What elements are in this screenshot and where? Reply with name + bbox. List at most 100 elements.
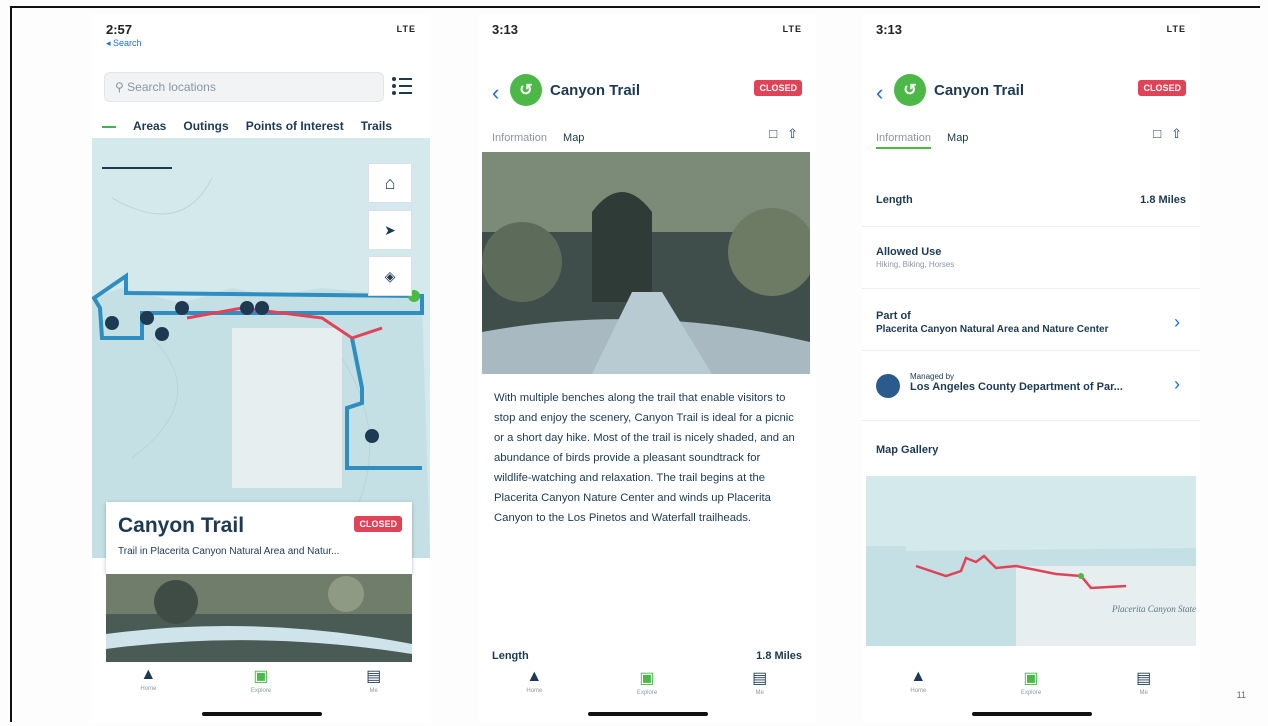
status-bar: 3:13 LTE (876, 22, 1186, 40)
chevron-right-icon: › (1174, 312, 1180, 332)
home-indicator (972, 712, 1092, 716)
tab-outings[interactable]: Outings (183, 119, 228, 133)
trail-preview-card[interactable]: Canyon Trail Trail in Placerita Canyon N… (106, 502, 412, 574)
length-row: Length 1.8 Miles (876, 194, 1186, 206)
length-label: Length (876, 194, 913, 206)
tab-trails[interactable]: Trails (361, 119, 392, 133)
tab-information[interactable]: Information (492, 132, 547, 144)
divider (862, 226, 1200, 227)
share-icon[interactable]: ⇧ (787, 126, 798, 142)
layers-icon: ◈ (384, 267, 396, 284)
tab-home[interactable]: ▲ Home (888, 668, 948, 694)
gallery-map-canvas: Placerita Canyon State Park (866, 476, 1200, 646)
locate-me-button[interactable]: ➤ (368, 210, 412, 250)
screen-trail-details: 3:13 LTE ‹ ↺ Canyon Trail CLOSED Informa… (478, 14, 816, 722)
tab-explore[interactable]: ▣ Explore (231, 666, 291, 694)
home-indicator (588, 712, 708, 716)
nav-header: ‹ ↺ Canyon Trail CLOSED (492, 74, 802, 108)
closed-badge: CLOSED (354, 516, 402, 532)
nav-header: ‹ ↺ Canyon Trail CLOSED (876, 74, 1186, 108)
tent-icon: ▲ (910, 668, 927, 685)
map-pin-icon: ▣ (253, 668, 269, 685)
managed-by-label: Managed by (910, 372, 955, 381)
map-layers-button[interactable]: ◈ (368, 256, 412, 296)
length-label: Length (492, 650, 529, 662)
map-pin-icon: ▣ (1023, 670, 1039, 687)
map-place-label: Placerita Canyon State Park (1111, 604, 1196, 614)
tent-icon: ▲ (140, 666, 157, 683)
trail-card-subtitle: Trail in Placerita Canyon Natural Area a… (118, 546, 340, 557)
bookmark-icon[interactable]: □ (1153, 126, 1161, 142)
managed-by-row[interactable]: Managed by Los Angeles County Department… (876, 372, 1186, 398)
tab-map[interactable]: Map (563, 132, 584, 144)
page-number: 11 (1236, 690, 1246, 700)
divider (862, 288, 1200, 289)
map-gallery-image[interactable]: Placerita Canyon State Park (866, 476, 1200, 646)
header-actions: □ ⇧ (769, 126, 798, 142)
status-time: 3:13 (492, 22, 519, 37)
tab-explore[interactable]: ▣ Explore (1001, 668, 1061, 696)
trail-description: With multiple benches along the trail th… (494, 392, 795, 524)
closed-badge: CLOSED (1138, 80, 1186, 96)
tab-me[interactable]: ▤ Me (344, 666, 404, 694)
header-actions: □ ⇧ (1153, 126, 1182, 142)
trail-logo-icon: ↺ (510, 74, 542, 106)
backpack-icon: ▤ (366, 668, 382, 685)
allowed-use-value: Hiking, Biking, Horses (876, 260, 955, 269)
signal-indicator: LTE (1166, 24, 1186, 34)
filter-list-icon[interactable] (390, 74, 414, 98)
share-icon[interactable]: ⇧ (1171, 126, 1182, 142)
status-bar: 2:57 LTE (106, 22, 416, 40)
trail-logo-icon: ↺ (894, 74, 926, 106)
tab-areas[interactable]: Areas (133, 119, 166, 133)
map-gallery-heading: Map Gallery (876, 444, 939, 456)
screen-trail-info: 3:13 LTE ‹ ↺ Canyon Trail CLOSED Informa… (862, 14, 1200, 722)
detail-tabs: Information Map (876, 132, 968, 149)
tab-home[interactable]: ▲ Home (118, 666, 178, 692)
signal-indicator: LTE (782, 24, 802, 34)
tab-me[interactable]: ▤ Me (730, 668, 790, 696)
tab-all[interactable] (102, 124, 116, 128)
tab-points-of-interest[interactable]: Points of Interest (246, 119, 344, 133)
tab-map[interactable]: Map (947, 132, 968, 149)
status-time: 2:57 (106, 22, 133, 37)
divider (862, 350, 1200, 351)
chevron-right-icon: › (1174, 374, 1180, 394)
trail-map[interactable]: ⌂ ➤ ◈ (92, 138, 430, 558)
tent-icon: ▲ (526, 668, 543, 685)
divider (862, 420, 1200, 421)
back-to-search-link[interactable]: ◂ Search (106, 38, 142, 49)
signal-indicator: LTE (396, 24, 416, 34)
tab-explore[interactable]: ▣ Explore (617, 668, 677, 696)
tab-me[interactable]: ▤ Me (1114, 668, 1174, 696)
status-bar: 3:13 LTE (492, 22, 802, 40)
home-location-button[interactable]: ⌂ (368, 163, 412, 203)
length-value: 1.8 Miles (756, 650, 802, 662)
bottom-tab-bar: ▲ Home ▣ Explore ▤ Me (862, 664, 1200, 706)
search-placeholder: Search locations (127, 80, 216, 94)
closed-badge: CLOSED (754, 80, 802, 96)
length-value: 1.8 Miles (1140, 194, 1186, 206)
category-tabs: Areas Outings Points of Interest Trails (102, 114, 424, 138)
map-pin-icon: ▣ (639, 670, 655, 687)
part-of-value: Placerita Canyon Natural Area and Nature… (876, 324, 1109, 335)
part-of-row[interactable]: Part of Placerita Canyon Natural Area an… (876, 310, 1186, 335)
search-input[interactable]: ⚲ Search locations (104, 72, 384, 102)
status-time: 3:13 (876, 22, 903, 37)
page-title: Canyon Trail (550, 82, 641, 99)
trail-photo (482, 152, 810, 374)
back-chevron-icon[interactable]: ‹ (492, 80, 499, 106)
page-title: Canyon Trail (934, 82, 1025, 99)
back-chevron-icon[interactable]: ‹ (876, 80, 883, 106)
managed-by-value: Los Angeles County Department of Par... (910, 381, 1123, 393)
bottom-tab-bar: ▲ Home ▣ Explore ▤ Me (478, 664, 816, 706)
bookmark-icon[interactable]: □ (769, 126, 777, 142)
backpack-icon: ▤ (1136, 670, 1152, 687)
bottom-tab-bar: ▲ Home ▣ Explore ▤ Me (92, 662, 430, 704)
navigation-arrow-icon: ➤ (384, 221, 396, 238)
tab-home[interactable]: ▲ Home (504, 668, 564, 694)
screen-map-view: 2:57 LTE ◂ Search ⚲ Search locations Are… (92, 14, 430, 722)
tab-information[interactable]: Information (876, 132, 932, 149)
home-indicator (202, 712, 322, 716)
detail-tabs: Information Map (492, 132, 584, 144)
